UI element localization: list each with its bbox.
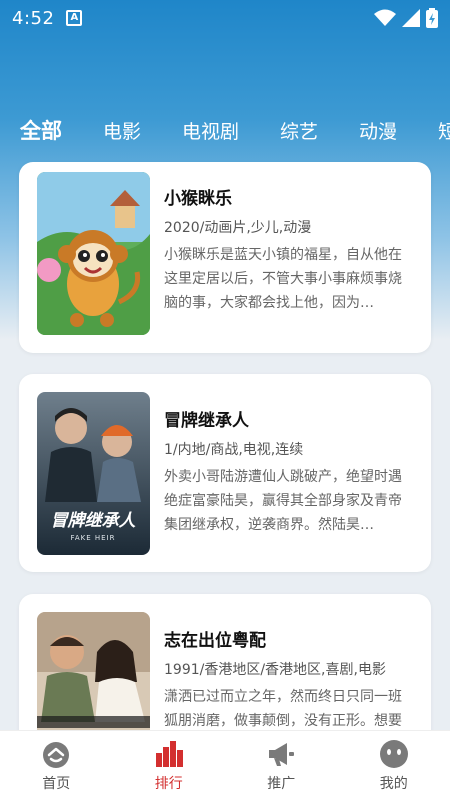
item-title: 小猴眯乐 xyxy=(164,189,232,209)
profile-icon xyxy=(379,739,408,768)
item-description: 小猴眯乐是蓝天小镇的福星，自从他在这里定居以后，不管大事小事麻烦事烧脑的事，大家… xyxy=(164,247,402,311)
status-bar: 4:52 A xyxy=(0,0,450,36)
status-time: 4:52 xyxy=(12,7,55,29)
item-description: 外卖小哥陆游遭仙人跳破产，绝望时遇绝症富豪陆昊，赢得其全部身家及青帝集团继承权，… xyxy=(164,469,402,533)
sim-icon: A xyxy=(66,10,83,26)
megaphone-icon xyxy=(269,742,295,766)
poster-image: 冒牌继承人 FAKE HEIR xyxy=(37,392,150,555)
nav-profile-label: 我的 xyxy=(379,775,408,792)
list-item[interactable]: 冒牌继承人 FAKE HEIR 冒牌继承人 1/内地/商战,电视,连续 外卖小哥… xyxy=(19,374,431,572)
signal-icon xyxy=(402,9,420,27)
nav-ranking-label: 排行 xyxy=(154,775,183,792)
wifi-icon xyxy=(374,9,396,26)
poster-image xyxy=(37,172,150,335)
nav-home-label: 首页 xyxy=(42,775,71,792)
tab-all[interactable]: 全部 xyxy=(20,115,62,145)
item-title: 冒牌继承人 xyxy=(164,411,249,431)
nav-home[interactable]: 首页 xyxy=(0,731,113,800)
tab-short[interactable]: 短 xyxy=(438,117,450,144)
item-meta: 2020/动画片,少儿,动漫 xyxy=(164,220,312,236)
tab-anime[interactable]: 动漫 xyxy=(359,117,397,144)
nav-profile[interactable]: 我的 xyxy=(338,731,450,800)
ranking-icon xyxy=(155,740,183,767)
tab-tv-series[interactable]: 电视剧 xyxy=(182,117,239,144)
nav-promote[interactable]: 推广 xyxy=(225,731,338,800)
poster-title: 冒牌继承人 xyxy=(51,511,137,531)
home-icon xyxy=(43,741,70,768)
battery-icon xyxy=(426,8,438,28)
item-title: 志在出位粤配 xyxy=(164,631,266,651)
tab-movie[interactable]: 电影 xyxy=(103,117,141,144)
tab-variety[interactable]: 综艺 xyxy=(280,117,318,144)
nav-ranking[interactable]: 排行 xyxy=(113,731,226,800)
bottom-nav: 首页 排行 推广 我的 xyxy=(0,730,450,800)
item-meta: 1991/香港地区/香港地区,喜剧,电影 xyxy=(164,662,386,678)
poster-subtitle: FAKE HEIR xyxy=(70,534,115,542)
nav-promote-label: 推广 xyxy=(267,775,296,792)
category-tabs: 全部 电影 电视剧 综艺 动漫 短 xyxy=(0,108,450,152)
item-meta: 1/内地/商战,电视,连续 xyxy=(164,442,304,458)
list-item[interactable]: 小猴眯乐 2020/动画片,少儿,动漫 小猴眯乐是蓝天小镇的福星，自从他在这里定… xyxy=(19,162,431,353)
